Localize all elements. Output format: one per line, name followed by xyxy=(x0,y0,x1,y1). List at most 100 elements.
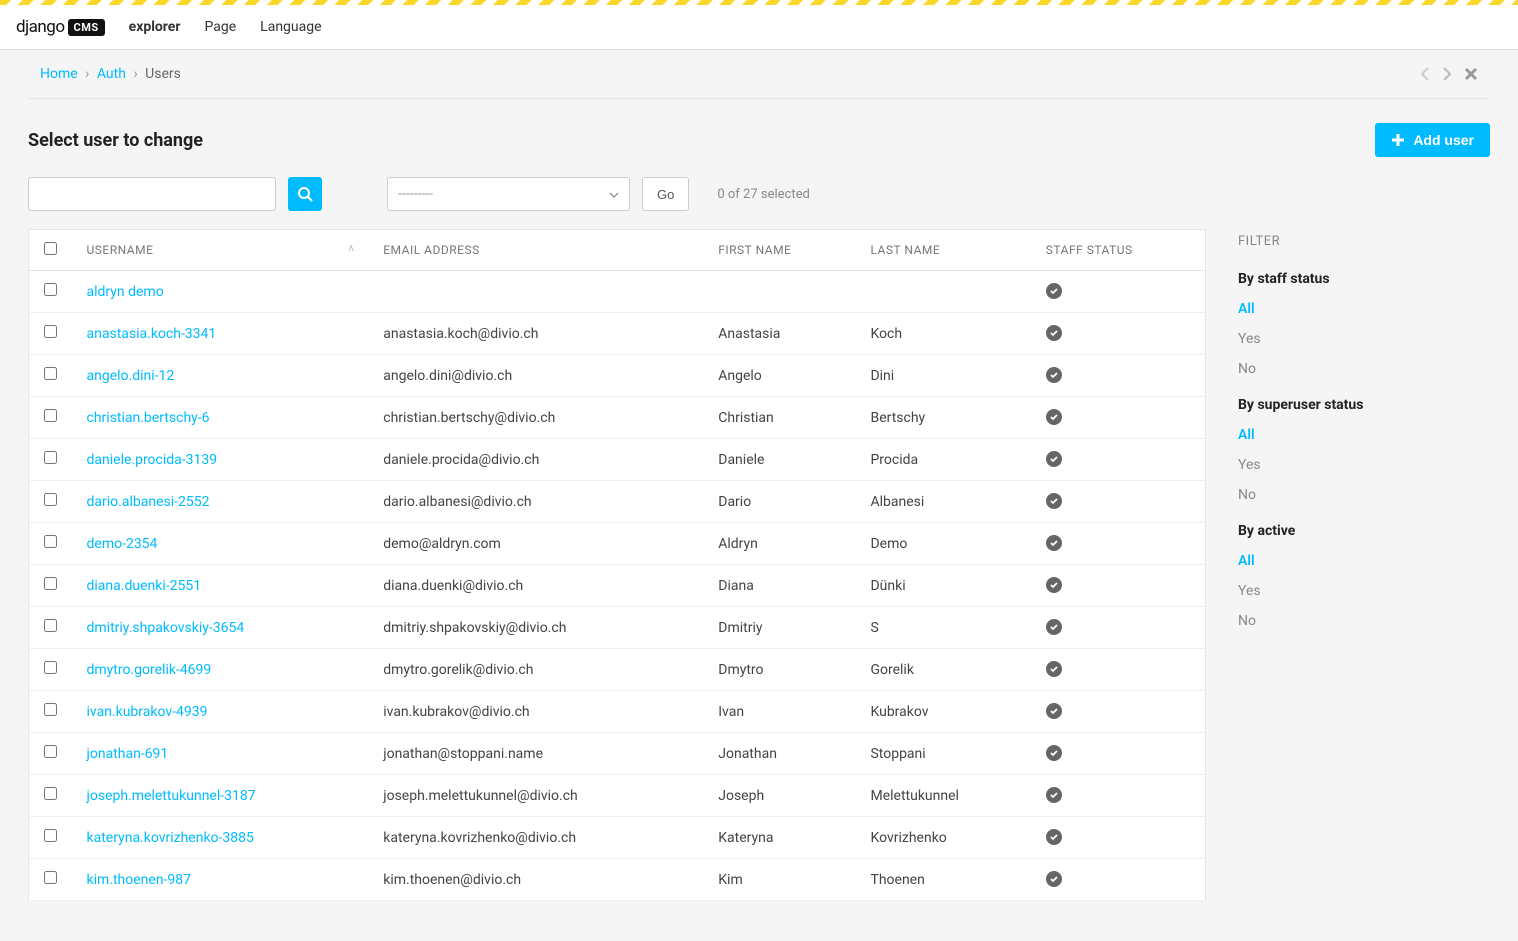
username-link[interactable]: kateryna.kovrizhenko-3885 xyxy=(73,817,370,859)
toolbar-item-explorer[interactable]: explorer xyxy=(129,19,181,35)
table-row: anastasia.koch-3341anastasia.koch@divio.… xyxy=(29,313,1206,355)
row-checkbox[interactable] xyxy=(44,367,57,380)
go-button[interactable]: Go xyxy=(642,177,689,211)
row-checkbox[interactable] xyxy=(44,745,57,758)
column-email[interactable]: EMAIL ADDRESS xyxy=(369,230,704,271)
cell-first-name: Dmitriy xyxy=(704,607,856,649)
check-circle-icon xyxy=(1046,577,1062,593)
table-row: dario.albanesi-2552dario.albanesi@divio.… xyxy=(29,481,1206,523)
table-row: angelo.dini-12angelo.dini@divio.chAngelo… xyxy=(29,355,1206,397)
cell-staff-status xyxy=(1032,817,1206,859)
filter-option[interactable]: No xyxy=(1238,613,1490,629)
check-circle-icon xyxy=(1046,787,1062,803)
filter-group: By staff status All Yes No xyxy=(1238,271,1490,377)
username-link[interactable]: anastasia.koch-3341 xyxy=(73,313,370,355)
column-username[interactable]: USERNAME∧ xyxy=(73,230,370,271)
check-circle-icon xyxy=(1046,829,1062,845)
row-checkbox[interactable] xyxy=(44,493,57,506)
username-link[interactable]: diana.duenki-2551 xyxy=(73,565,370,607)
cell-email: kim.thoenen@divio.ch xyxy=(369,859,704,901)
page-title: Select user to change xyxy=(28,130,203,151)
row-checkbox[interactable] xyxy=(44,703,57,716)
filter-option[interactable]: All xyxy=(1238,553,1490,569)
select-all-checkbox[interactable] xyxy=(44,242,57,255)
filter-group-title: By staff status xyxy=(1238,271,1490,287)
filter-option[interactable]: Yes xyxy=(1238,583,1490,599)
column-first-name[interactable]: FIRST NAME xyxy=(704,230,856,271)
breadcrumb: Home › Auth › Users xyxy=(40,66,181,82)
nav-prev-icon[interactable] xyxy=(1420,67,1430,81)
cell-first-name: Aldryn xyxy=(704,523,856,565)
table-row: joseph.melettukunnel-3187joseph.melettuk… xyxy=(29,775,1206,817)
username-link[interactable]: aldryn demo xyxy=(73,271,370,313)
username-link[interactable]: kim.thoenen-987 xyxy=(73,859,370,901)
username-link[interactable]: ivan.kubrakov-4939 xyxy=(73,691,370,733)
users-table: USERNAME∧ EMAIL ADDRESS FIRST NAME LAST … xyxy=(28,229,1206,901)
add-user-button[interactable]: Add user xyxy=(1375,123,1490,157)
cell-email: joseph.melettukunnel@divio.ch xyxy=(369,775,704,817)
row-checkbox[interactable] xyxy=(44,871,57,884)
add-user-label: Add user xyxy=(1413,132,1474,148)
username-link[interactable]: dmytro.gorelik-4699 xyxy=(73,649,370,691)
cell-staff-status xyxy=(1032,523,1206,565)
column-last-name[interactable]: LAST NAME xyxy=(856,230,1031,271)
breadcrumb-auth[interactable]: Auth xyxy=(97,66,126,82)
username-link[interactable]: joseph.melettukunnel-3187 xyxy=(73,775,370,817)
cell-staff-status xyxy=(1032,733,1206,775)
cell-last-name: Bertschy xyxy=(856,397,1031,439)
cell-last-name: Koch xyxy=(856,313,1031,355)
cell-last-name: Stoppani xyxy=(856,733,1031,775)
search-button[interactable] xyxy=(288,177,322,211)
breadcrumb-home[interactable]: Home xyxy=(40,66,78,82)
cell-first-name: Ivan xyxy=(704,691,856,733)
username-link[interactable]: jonathan-691 xyxy=(73,733,370,775)
cell-first-name: Daniele xyxy=(704,439,856,481)
username-link[interactable]: daniele.procida-3139 xyxy=(73,439,370,481)
username-link[interactable]: angelo.dini-12 xyxy=(73,355,370,397)
cell-last-name: Albanesi xyxy=(856,481,1031,523)
filter-option[interactable]: No xyxy=(1238,487,1490,503)
check-circle-icon xyxy=(1046,367,1062,383)
username-link[interactable]: dmitriy.shpakovskiy-3654 xyxy=(73,607,370,649)
cell-first-name: Kim xyxy=(704,859,856,901)
chevron-down-icon xyxy=(609,186,619,202)
close-icon[interactable] xyxy=(1464,67,1478,81)
column-staff-status[interactable]: STAFF STATUS xyxy=(1032,230,1206,271)
row-checkbox[interactable] xyxy=(44,787,57,800)
filter-option[interactable]: Yes xyxy=(1238,331,1490,347)
row-checkbox[interactable] xyxy=(44,577,57,590)
username-link[interactable]: demo-2354 xyxy=(73,523,370,565)
username-link[interactable]: dario.albanesi-2552 xyxy=(73,481,370,523)
check-circle-icon xyxy=(1046,535,1062,551)
filter-option[interactable]: All xyxy=(1238,427,1490,443)
cell-last-name: Gorelik xyxy=(856,649,1031,691)
row-checkbox[interactable] xyxy=(44,451,57,464)
action-select[interactable]: --------- xyxy=(387,177,630,211)
cell-staff-status xyxy=(1032,439,1206,481)
filter-option[interactable]: No xyxy=(1238,361,1490,377)
toolbar-item-language[interactable]: Language xyxy=(260,19,321,35)
row-checkbox[interactable] xyxy=(44,661,57,674)
cell-last-name xyxy=(856,271,1031,313)
filter-option[interactable]: Yes xyxy=(1238,457,1490,473)
filter-heading: FILTER xyxy=(1238,234,1490,249)
cell-last-name: Dünki xyxy=(856,565,1031,607)
sort-caret-icon: ∧ xyxy=(347,243,355,254)
check-circle-icon xyxy=(1046,703,1062,719)
row-checkbox[interactable] xyxy=(44,619,57,632)
row-checkbox[interactable] xyxy=(44,535,57,548)
row-checkbox[interactable] xyxy=(44,829,57,842)
nav-next-icon[interactable] xyxy=(1442,67,1452,81)
filter-option[interactable]: All xyxy=(1238,301,1490,317)
cell-first-name: Anastasia xyxy=(704,313,856,355)
toolbar-item-page[interactable]: Page xyxy=(205,19,237,35)
search-input[interactable] xyxy=(28,177,276,211)
row-checkbox[interactable] xyxy=(44,283,57,296)
row-checkbox[interactable] xyxy=(44,325,57,338)
row-checkbox[interactable] xyxy=(44,409,57,422)
check-circle-icon xyxy=(1046,451,1062,467)
username-link[interactable]: christian.bertschy-6 xyxy=(73,397,370,439)
logo[interactable]: django CMS xyxy=(16,17,105,37)
cell-email: christian.bertschy@divio.ch xyxy=(369,397,704,439)
cms-toolbar: django CMS explorer Page Language xyxy=(0,5,1518,50)
